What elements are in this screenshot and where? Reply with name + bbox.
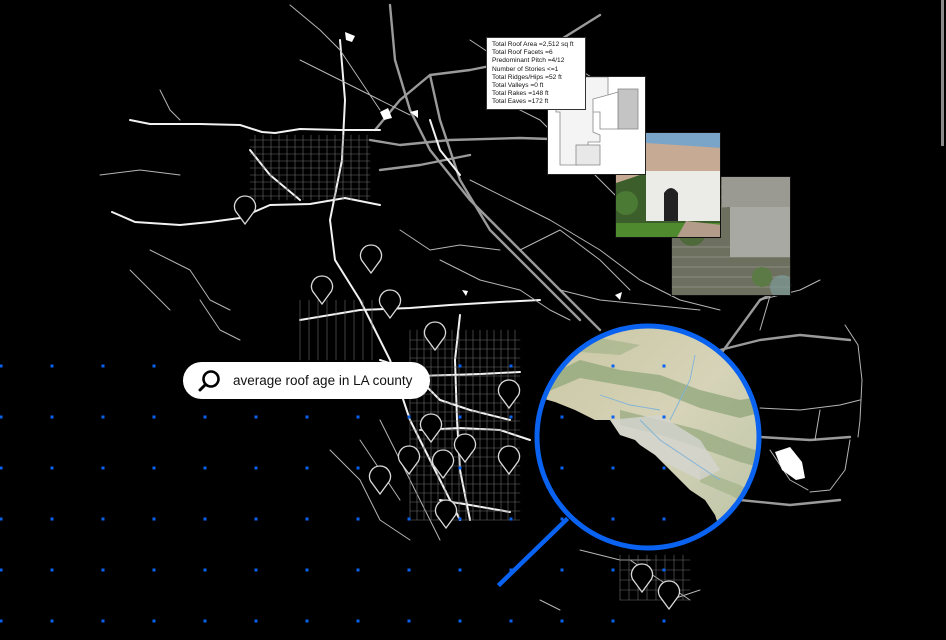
- grid-dot: [611, 466, 615, 470]
- roof-report-card: Total Roof Area =2,512 sq ft Total Roof F…: [486, 37, 586, 110]
- search-input[interactable]: [233, 373, 423, 388]
- search-bar[interactable]: [183, 362, 430, 399]
- dot-grid-overlay: [560, 364, 666, 521]
- roof-report-line: Total Ridges/Hips =52 ft: [492, 73, 562, 81]
- roof-report-line: Total Valleys =0 ft: [492, 82, 544, 90]
- grid-dot: [662, 466, 666, 470]
- roof-report-line: Number of Stories <=1: [492, 65, 559, 73]
- roof-report-line: Total Roof Area =2,512 sq ft: [492, 41, 574, 48]
- grid-dot: [560, 466, 564, 470]
- grid-dot: [662, 415, 666, 419]
- grid-dot: [662, 517, 666, 521]
- roof-report-line: Predominant Pitch =4/12: [492, 57, 565, 65]
- grid-dot: [611, 364, 615, 368]
- grid-dot: [662, 364, 666, 368]
- map-canvas[interactable]: Total Roof Area =2,512 sq ft Total Roof F…: [0, 0, 946, 640]
- grid-dot: [611, 415, 615, 419]
- grid-dot: [560, 415, 564, 419]
- scrollbar-thumb[interactable]: [941, 0, 944, 146]
- roof-report-line: Total Roof Facets =6: [492, 49, 553, 57]
- grid-dot: [611, 517, 615, 521]
- roof-report-line: Total Eaves =172 ft: [492, 98, 549, 106]
- search-icon[interactable]: [197, 368, 223, 394]
- roof-report-line: Total Rakes =148 ft: [492, 90, 549, 98]
